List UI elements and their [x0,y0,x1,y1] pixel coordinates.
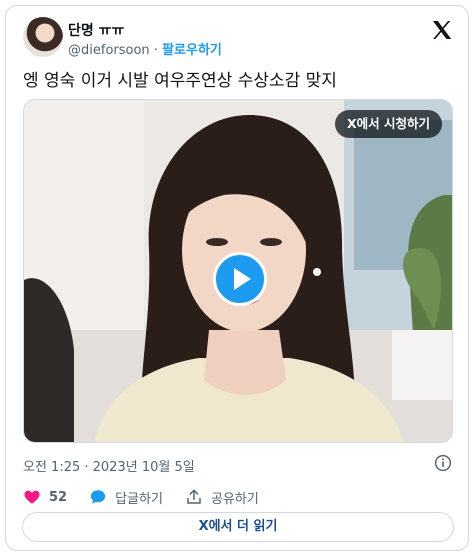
video-player[interactable]: X에서 시청하기 [23,99,453,443]
user-display-name[interactable]: 단명 ㅠㅠ [68,20,124,40]
watch-on-x-button[interactable]: X에서 시청하기 [335,110,442,138]
avatar[interactable] [23,17,63,57]
reply-button[interactable]: 답글하기 [89,488,163,507]
user-handle[interactable]: @dieforsoon [68,43,150,58]
reply-label: 답글하기 [115,491,163,507]
x-logo-icon[interactable] [430,18,454,42]
heart-icon [24,490,40,504]
tweet-text: 엥 영숙 이거 시발 여우주연상 수상소감 맞지 [23,71,337,91]
like-count: 52 [49,489,68,505]
play-button[interactable] [213,252,267,306]
tweet-timestamp[interactable]: 오전 1:25 · 2023년 10월 5일 [23,456,195,475]
user-handle-row: @dieforsoon · 팔로우하기 [68,39,222,58]
like-button[interactable]: 52 [23,488,67,506]
play-icon [234,268,251,290]
separator: · [153,43,158,58]
tweet-card: 단명 ㅠㅠ @dieforsoon · 팔로우하기 엥 영숙 이거 시발 여우주… [5,5,469,551]
share-upload-icon [187,489,201,504]
info-icon[interactable] [434,454,452,472]
reply-bubble-icon [90,490,106,504]
follow-link[interactable]: 팔로우하기 [162,43,222,58]
action-bar: 52 답글하기 공유하기 [23,486,281,508]
read-more-on-x-button[interactable]: X에서 더 읽기 [22,512,454,542]
share-button[interactable]: 공유하기 [185,488,259,507]
share-label: 공유하기 [210,491,259,507]
